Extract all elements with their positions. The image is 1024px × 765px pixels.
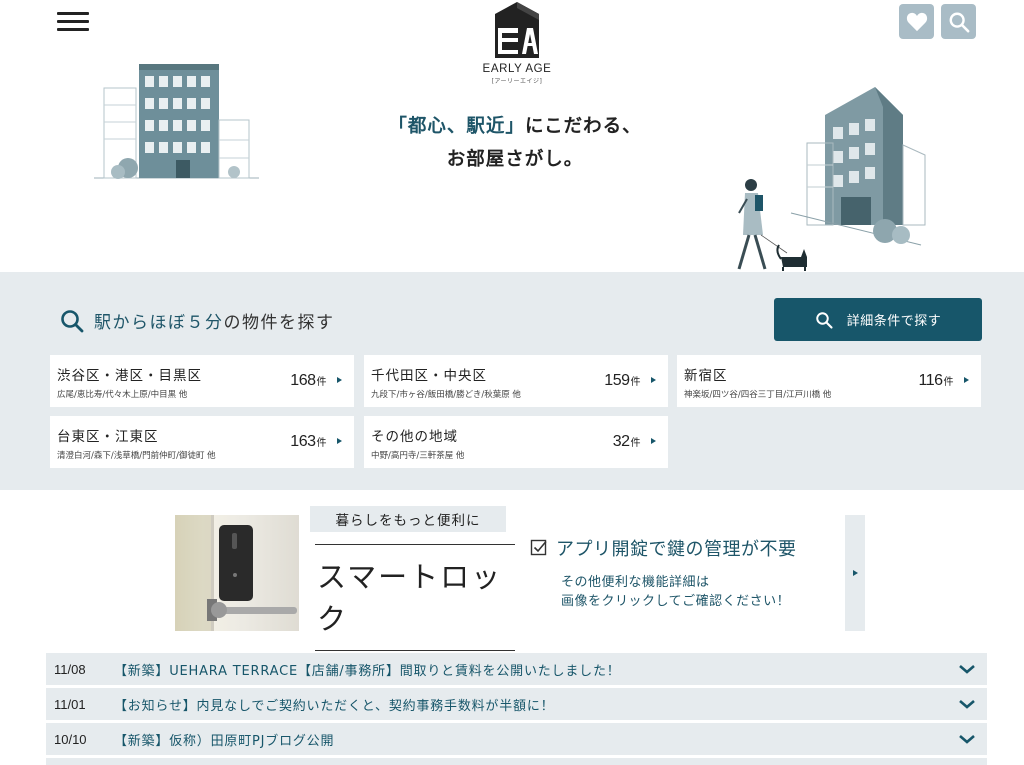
banner-note-line2: 画像をクリックしてご確認ください！ (561, 594, 791, 609)
hamburger-icon-line (57, 28, 89, 31)
area-stations: 神楽坂/四ツ谷/四谷三丁目/江戸川橋 他 (684, 390, 832, 400)
arrow-right-icon (337, 377, 342, 383)
building-illustration-left (94, 64, 259, 179)
news-title: 【お知らせ】内見なしでご契約いただくと、契約事務手数料が半額に！ (114, 698, 555, 714)
detail-search-label: 詳細条件で探す (846, 314, 942, 329)
tagline-rest: にこだわる、 (524, 116, 642, 137)
smart-lock-icon (175, 515, 297, 631)
area-count-unit: 件 (943, 377, 954, 388)
area-count: 159件 (604, 372, 640, 390)
area-count-value: 116 (918, 372, 943, 389)
search-title-highlight: 駅からほぼ５分 (94, 313, 224, 333)
area-count-value: 168 (290, 372, 316, 389)
favorites-button[interactable] (899, 4, 934, 39)
chevron-down-icon[interactable] (947, 663, 987, 675)
area-card-other[interactable]: その他の地域 中野/高円寺/三軒茶屋 他 32件 (364, 416, 668, 468)
news-item[interactable]: 10/10 【新築】仮称）田原町PJブログ公開 (46, 723, 987, 755)
news-date: 11/08 (54, 661, 86, 677)
area-stations: 九段下/市ヶ谷/飯田橋/勝どき/秋葉原 他 (371, 390, 521, 400)
area-count: 116件 (918, 372, 953, 390)
area-count: 32件 (612, 433, 641, 451)
tagline-line2: お部屋さがし。 (446, 149, 584, 170)
chevron-down-icon[interactable] (947, 698, 987, 710)
area-name: 千代田区・中央区 (371, 368, 487, 384)
news-date: 11/01 (54, 696, 86, 712)
header-search-button[interactable] (941, 4, 976, 39)
area-count-unit: 件 (316, 438, 327, 449)
banner-next-button[interactable] (845, 515, 865, 631)
news-title: 【新築】仮称）田原町PJブログ公開 (114, 733, 335, 749)
chevron-down-icon[interactable] (947, 733, 987, 745)
area-count-value: 32 (612, 433, 630, 450)
area-card-shinjuku[interactable]: 新宿区 神楽坂/四ツ谷/四谷三丁目/江戸川橋 他 116件 (677, 355, 981, 407)
arrow-right-icon (651, 377, 656, 383)
area-card-chiyoda[interactable]: 千代田区・中央区 九段下/市ヶ谷/飯田橋/勝どき/秋葉原 他 159件 (364, 355, 668, 407)
area-count-unit: 件 (316, 377, 327, 388)
banner-title: スマートロック (315, 544, 515, 651)
smartlock-banner[interactable]: 暮らしをもっと便利に スマートロック アプリ開錠で鍵の管理が不要 その他便利な機… (175, 506, 865, 651)
area-count-value: 159 (604, 372, 630, 389)
arrow-right-icon (651, 438, 656, 444)
logo-reading: [アーリーエイジ] (491, 78, 543, 85)
smartlock-photo (175, 515, 299, 631)
menu-button[interactable] (57, 10, 91, 34)
area-name: 台東区・江東区 (57, 429, 159, 445)
hero-tagline: 「都心、駅近」にこだわる、 お部屋さがし。 (380, 110, 650, 176)
search-title-rest: の物件を探す (223, 313, 335, 333)
building-illustration-right (737, 87, 926, 271)
hamburger-icon-line (57, 20, 89, 23)
detail-search-button[interactable]: 詳細条件で探す (774, 298, 982, 341)
banner-note-line1: その他便利な機能詳細は (561, 575, 710, 590)
area-card-taito[interactable]: 台東区・江東区 清澄白河/森下/浅草橋/門前仲町/御徒町 他 163件 (50, 416, 354, 468)
site-logo[interactable]: EARLY AGE [アーリーエイジ] (472, 0, 562, 92)
search-icon (949, 12, 969, 32)
area-count-value: 163 (290, 433, 316, 450)
arrow-right-icon (964, 377, 969, 383)
news-date: 10/10 (54, 731, 87, 747)
area-count: 163件 (290, 433, 326, 451)
news-item[interactable]: 11/01 【お知らせ】内見なしでご契約いただくと、契約事務手数料が半額に！ (46, 688, 987, 720)
arrow-right-icon (337, 438, 342, 444)
news-title: 【新築】UEHARA TERRACE【店舗/事務所】間取りと賃料を公開いたしまし… (114, 663, 621, 679)
banner-feature: アプリ開錠で鍵の管理が不要 (530, 535, 797, 561)
hero-section: EARLY AGE [アーリーエイジ] 「都心、駅近」にこだわる、 お部屋さがし… (0, 0, 1024, 272)
hamburger-icon-line (57, 12, 89, 15)
area-count-unit: 件 (630, 377, 641, 388)
logo-name: EARLY AGE (482, 63, 552, 75)
area-name: 渋谷区・港区・目黒区 (57, 368, 202, 384)
logo-mark-icon (495, 2, 539, 58)
area-count: 168件 (290, 372, 326, 390)
news-item[interactable]: 11/08 【新築】UEHARA TERRACE【店舗/事務所】間取りと賃料を公… (46, 653, 987, 685)
heart-icon (906, 12, 927, 31)
area-stations: 中野/高円寺/三軒茶屋 他 (371, 451, 465, 461)
banner-note: その他便利な機能詳細は 画像をクリックしてご確認ください！ (561, 573, 790, 611)
area-name: その他の地域 (371, 429, 458, 445)
area-stations: 広尾/恵比寿/代々木上原/中目黒 他 (57, 390, 188, 400)
checkbox-icon (530, 539, 547, 556)
area-count-unit: 件 (630, 438, 641, 449)
search-icon (816, 311, 833, 329)
arrow-right-icon (852, 570, 858, 576)
banner-kicker: 暮らしをもっと便利に (310, 506, 506, 532)
news-item[interactable] (46, 758, 987, 765)
tagline-accent: 「都心、駅近」 (388, 116, 525, 137)
area-stations: 清澄白河/森下/浅草橋/門前仲町/御徒町 他 (57, 451, 216, 461)
search-section-title: 駅からほぼ５分 の物件を探す (60, 308, 335, 333)
station-search-section: 駅からほぼ５分 の物件を探す 詳細条件で探す 渋谷区・港区・目黒区 広尾/恵比寿/… (0, 272, 1024, 490)
area-name: 新宿区 (684, 368, 728, 384)
search-icon (61, 309, 84, 332)
area-card-shibuya[interactable]: 渋谷区・港区・目黒区 広尾/恵比寿/代々木上原/中目黒 他 168件 (50, 355, 354, 407)
banner-feature-text: アプリ開錠で鍵の管理が不要 (556, 539, 797, 560)
